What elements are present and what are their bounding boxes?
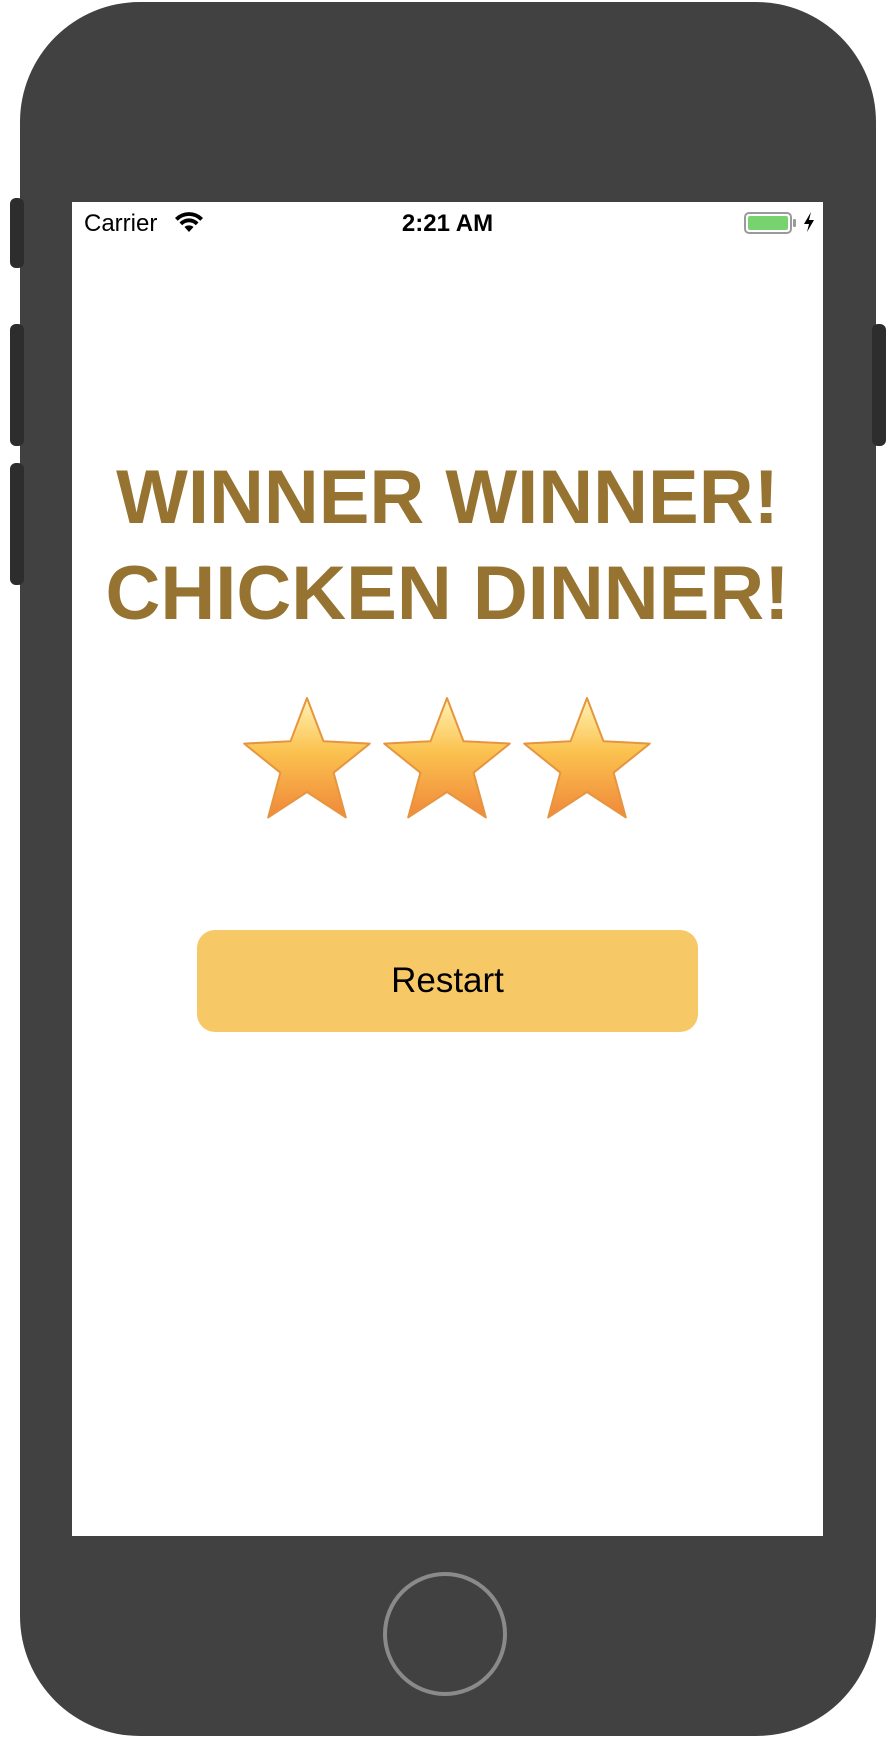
title-line-2: CHICKEN DINNER! bbox=[105, 551, 790, 636]
star-icon bbox=[243, 697, 371, 819]
mute-switch bbox=[10, 198, 24, 268]
star-rating bbox=[243, 697, 651, 819]
home-button[interactable] bbox=[383, 1572, 507, 1696]
title-line-1: WINNER WINNER! bbox=[116, 455, 779, 540]
star-icon bbox=[523, 697, 651, 819]
power-button bbox=[872, 324, 886, 446]
status-time: 2:21 AM bbox=[401, 210, 494, 237]
winner-title: WINNER WINNER! CHICKEN DINNER! bbox=[72, 450, 823, 642]
status-bar: Carrier 2:21 AM bbox=[72, 202, 823, 242]
app-screen: Carrier 2:21 AM WINNER WINNER! CHICKEN D… bbox=[72, 202, 823, 1536]
volume-down-button bbox=[10, 463, 24, 585]
battery-icon bbox=[744, 212, 796, 234]
volume-up-button bbox=[10, 324, 24, 446]
star-icon bbox=[383, 697, 511, 819]
charging-bolt-icon bbox=[804, 212, 814, 232]
restart-button[interactable]: Restart bbox=[197, 930, 698, 1032]
